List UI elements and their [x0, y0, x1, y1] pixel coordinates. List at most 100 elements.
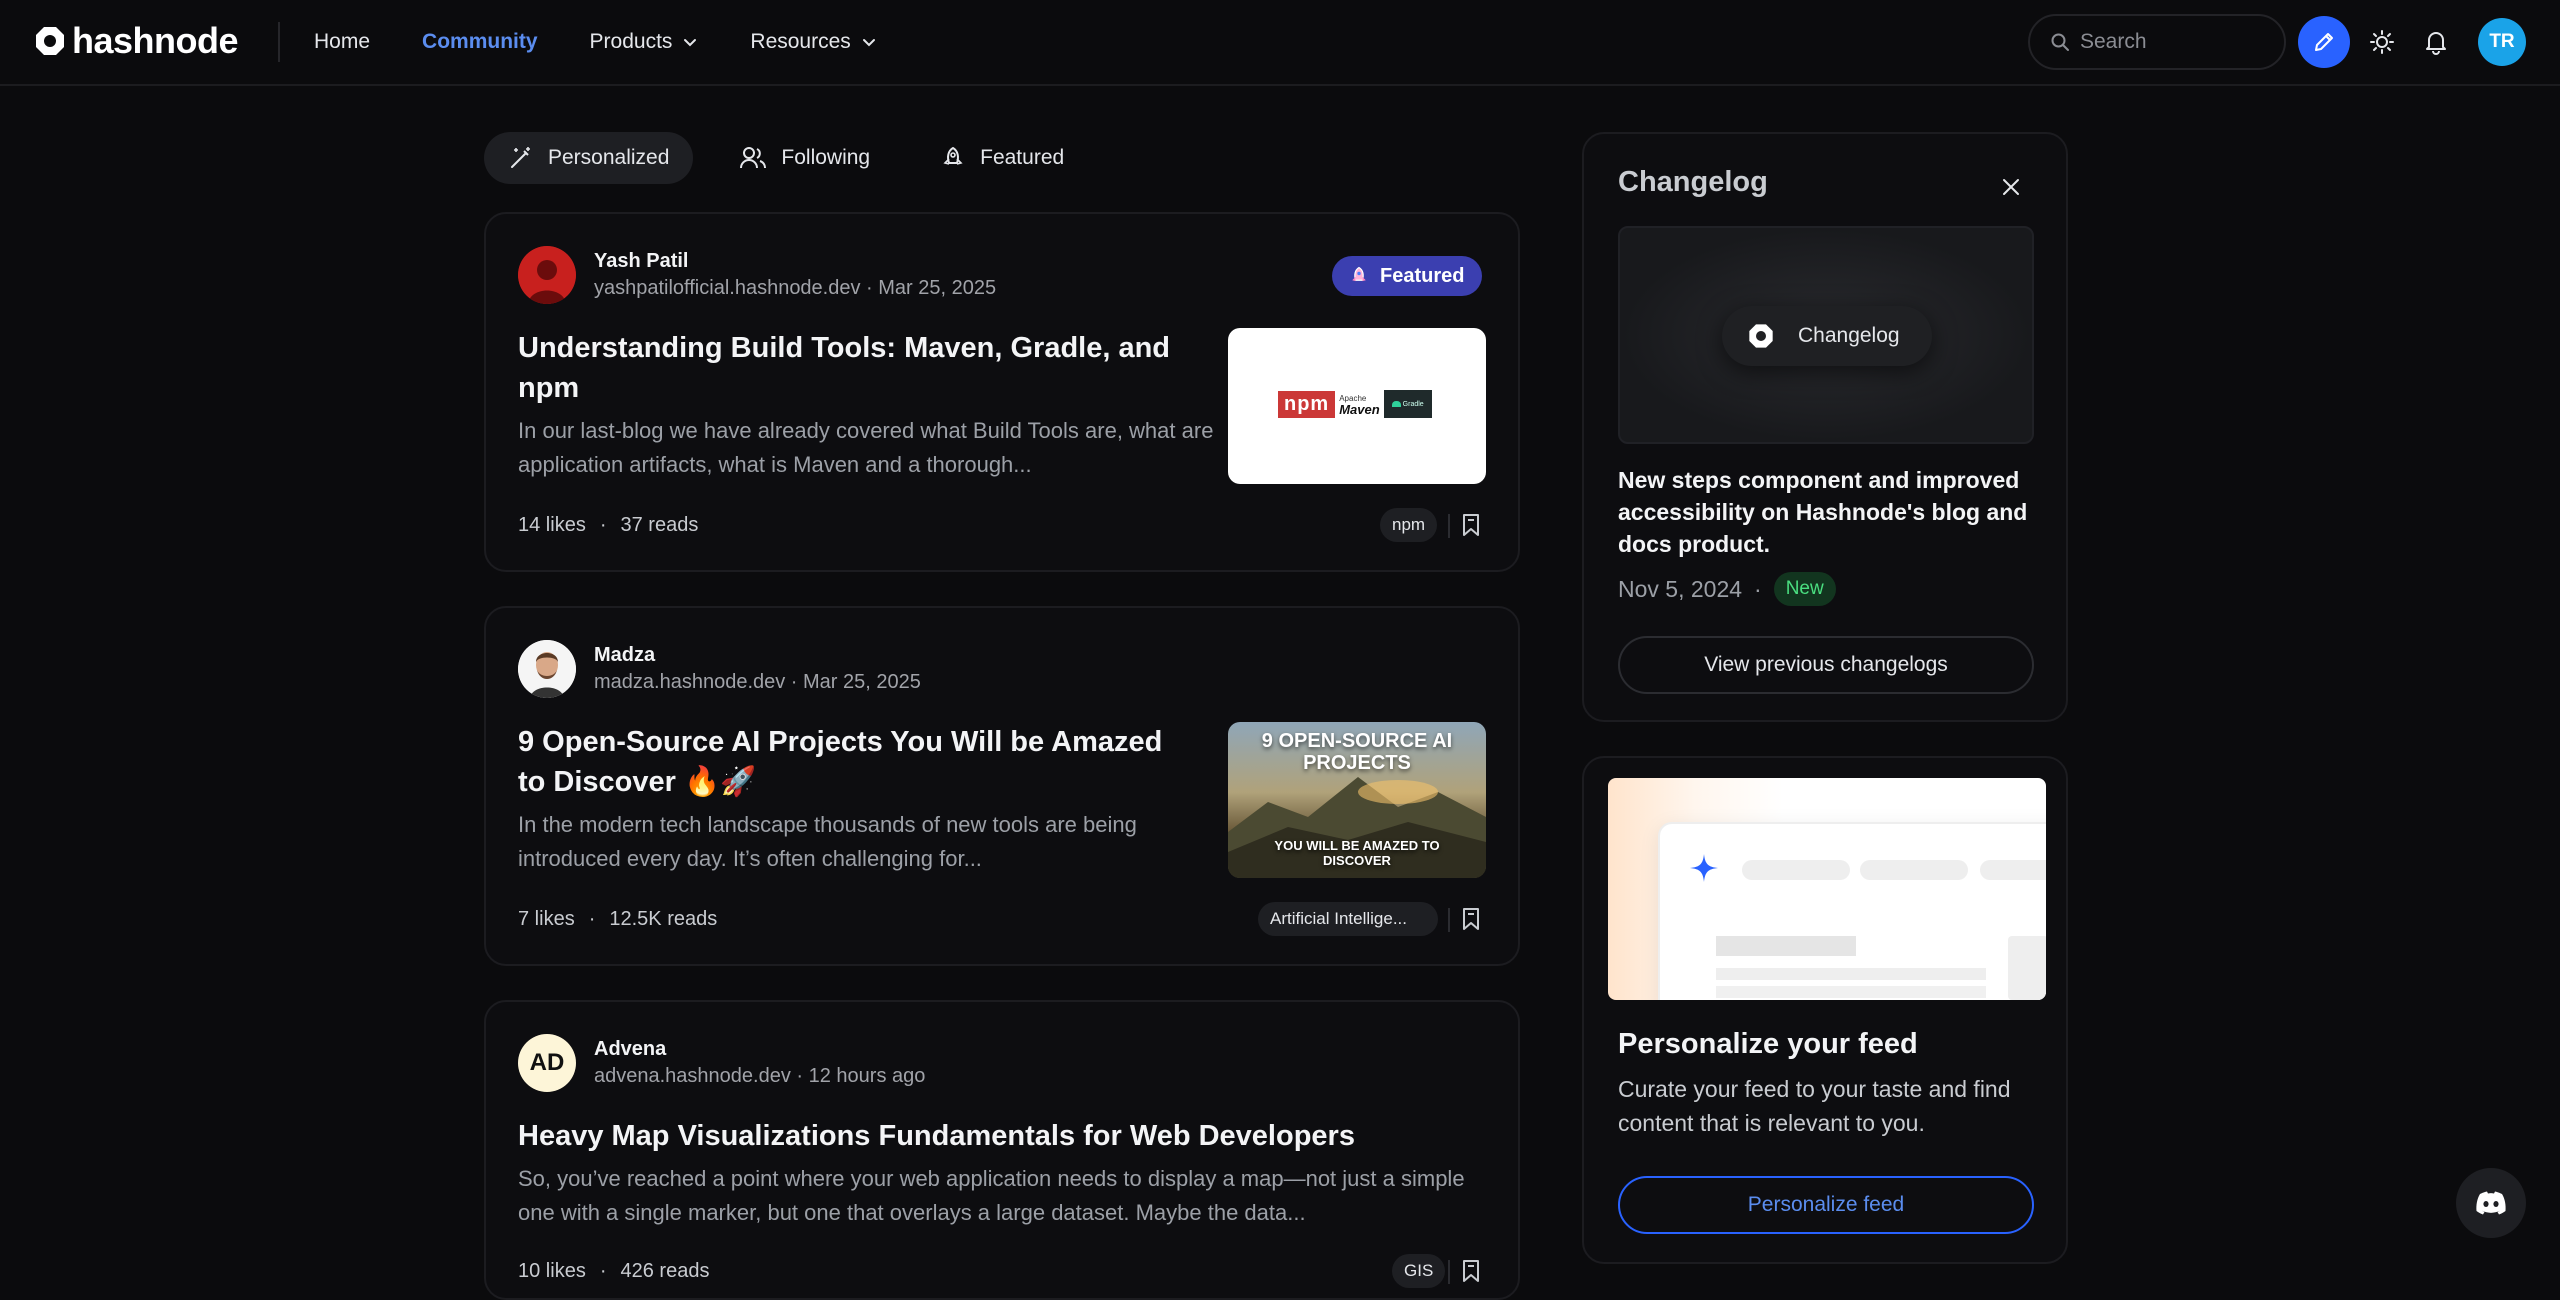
- post-thumbnail[interactable]: npm Apache Maven Gradle: [1228, 328, 1486, 484]
- magic-wand-icon: [508, 145, 534, 171]
- author-name[interactable]: Yash Patil: [594, 250, 996, 273]
- illustration-line: [1716, 968, 1986, 980]
- post-title[interactable]: Heavy Map Visualizations Fundamentals fo…: [518, 1116, 1498, 1156]
- author-name[interactable]: Advena: [594, 1038, 925, 1061]
- post-author[interactable]: AD Advena advena.hashnode.dev · 12 hours…: [518, 1034, 925, 1092]
- post-tag[interactable]: GIS: [1392, 1254, 1446, 1288]
- thumbnail-logos: npm Apache Maven Gradle: [1278, 390, 1432, 418]
- post-card[interactable]: Madza madza.hashnode.dev · Mar 25, 2025 …: [484, 606, 1520, 966]
- nav-resources[interactable]: Resources: [750, 30, 876, 54]
- tab-featured[interactable]: Featured: [916, 132, 1088, 184]
- changelog-headline[interactable]: New steps component and improved accessi…: [1618, 464, 2038, 560]
- stats-separator: ·: [588, 908, 596, 930]
- bookmark-icon: [1460, 1258, 1482, 1284]
- post-author[interactable]: Yash Patil yashpatilofficial.hashnode.de…: [518, 246, 996, 304]
- post-title-line: 9 Open-Source AI Projects You Will be Am…: [518, 726, 1163, 758]
- nav-community-label: Community: [422, 30, 538, 53]
- header-divider: [278, 22, 280, 62]
- pencil-icon: [2312, 30, 2336, 54]
- avatar[interactable]: AD: [518, 1034, 576, 1092]
- changelog-panel: Changelog Changelog New steps component …: [1582, 132, 2068, 722]
- illustration-line: [1716, 986, 1986, 998]
- write-button[interactable]: [2298, 16, 2350, 68]
- maven-logo: Apache Maven: [1339, 393, 1379, 416]
- discord-icon: [2474, 1190, 2508, 1216]
- post-excerpt: In the modern tech landscape thousands o…: [518, 812, 1137, 871]
- post-stats: 14 likes · 37 reads: [518, 514, 698, 537]
- notifications-button[interactable]: [2412, 18, 2460, 66]
- avatar[interactable]: [518, 246, 576, 304]
- nav-community[interactable]: Community: [422, 30, 538, 54]
- gradle-logo-text: Gradle: [1402, 400, 1424, 408]
- stats-separator: ·: [599, 1260, 607, 1282]
- view-previous-changelogs-button[interactable]: View previous changelogs: [1618, 636, 2034, 694]
- changelog-image[interactable]: Changelog: [1618, 226, 2034, 444]
- tab-personalized[interactable]: Personalized: [484, 132, 694, 184]
- theme-toggle-button[interactable]: [2358, 18, 2406, 66]
- rocket-icon: [940, 145, 966, 171]
- rocket-icon: [1348, 265, 1370, 287]
- gradle-elephant-icon: [1391, 401, 1401, 407]
- changelog-image-pill: Changelog: [1722, 306, 1932, 366]
- thumbnail-heading-line: PROJECTS: [1303, 752, 1411, 774]
- post-thumbnail[interactable]: 9 OPEN-SOURCE AI PROJECTS YOU WILL BE AM…: [1228, 722, 1486, 878]
- post-likes: 14 likes: [518, 514, 586, 536]
- post-reads: 12.5K reads: [609, 908, 718, 930]
- post-tag[interactable]: Artificial Intellige...: [1258, 902, 1438, 936]
- main-nav: Home Community Products Resources: [314, 0, 877, 84]
- bell-icon: [2423, 29, 2449, 55]
- nav-home-label: Home: [314, 30, 371, 53]
- thumbnail-subheading: YOU WILL BE AMAZED TO DISCOVER: [1228, 838, 1486, 868]
- top-header: hashnode Home Community Products Resourc…: [0, 0, 2560, 86]
- author-name[interactable]: Madza: [594, 644, 921, 667]
- search-input[interactable]: [2080, 30, 2260, 54]
- npm-logo: npm: [1278, 390, 1336, 418]
- author-meta: madza.hashnode.dev · Mar 25, 2025: [594, 671, 921, 693]
- date-separator: ·: [1754, 575, 1762, 602]
- users-icon: [739, 145, 767, 171]
- avatar[interactable]: [518, 640, 576, 698]
- changelog-date: Nov 5, 2024: [1618, 575, 1743, 602]
- nav-home[interactable]: Home: [314, 30, 370, 54]
- bookmark-button[interactable]: [1456, 1254, 1486, 1288]
- post-tag[interactable]: npm: [1380, 508, 1438, 542]
- user-avatar[interactable]: TR: [2478, 18, 2526, 66]
- thumbnail-subheading-line: DISCOVER: [1323, 853, 1391, 868]
- post-card[interactable]: Yash Patil yashpatilofficial.hashnode.de…: [484, 212, 1520, 572]
- bookmark-button[interactable]: [1456, 508, 1486, 542]
- chevron-down-icon: [682, 34, 698, 50]
- post-likes: 7 likes: [518, 908, 575, 930]
- post-likes: 10 likes: [518, 1260, 586, 1282]
- tab-featured-label: Featured: [980, 146, 1065, 169]
- search-box[interactable]: [2028, 14, 2286, 70]
- tab-personalized-label: Personalized: [548, 146, 670, 169]
- new-badge: New: [1773, 572, 1836, 606]
- post-stats: 7 likes · 12.5K reads: [518, 908, 717, 931]
- discord-button[interactable]: [2456, 1168, 2526, 1238]
- tab-following-label: Following: [781, 146, 871, 169]
- post-author[interactable]: Madza madza.hashnode.dev · Mar 25, 2025: [518, 640, 921, 698]
- personalize-feed-button[interactable]: Personalize feed: [1618, 1176, 2034, 1234]
- personalize-illustration: [1608, 778, 2046, 1000]
- feed-tabs: Personalized Following Featured: [484, 132, 1088, 184]
- tab-following[interactable]: Following: [715, 132, 894, 184]
- gradle-logo: Gradle: [1383, 390, 1432, 418]
- post-card[interactable]: AD Advena advena.hashnode.dev · 12 hours…: [484, 1000, 1520, 1300]
- tag-separator: [1448, 514, 1450, 538]
- hashnode-logo[interactable]: hashnode: [32, 20, 239, 62]
- post-title-line: to Discover 🔥🚀: [518, 766, 757, 798]
- changelog-date-row: Nov 5, 2024 · New: [1618, 572, 1836, 606]
- post-title[interactable]: Understanding Build Tools: Maven, Gradle…: [518, 328, 1218, 408]
- post-title[interactable]: 9 Open-Source AI Projects You Will be Am…: [518, 722, 1218, 802]
- nav-products[interactable]: Products: [590, 30, 699, 54]
- close-button[interactable]: [1994, 170, 2028, 204]
- thumbnail-heading: 9 OPEN-SOURCE AI PROJECTS: [1228, 730, 1486, 774]
- post-excerpt: In our last-blog we have already covered…: [518, 418, 1214, 477]
- thumbnail-subheading-line: YOU WILL BE AMAZED TO: [1274, 838, 1440, 853]
- illustration-line: [1716, 936, 1856, 956]
- post-reads: 426 reads: [620, 1260, 710, 1282]
- search-icon: [2050, 32, 2070, 52]
- bookmark-button[interactable]: [1456, 902, 1486, 936]
- stats-separator: ·: [599, 514, 607, 536]
- post-title-line: Heavy Map Visualizations Fundamentals fo…: [518, 1120, 1355, 1152]
